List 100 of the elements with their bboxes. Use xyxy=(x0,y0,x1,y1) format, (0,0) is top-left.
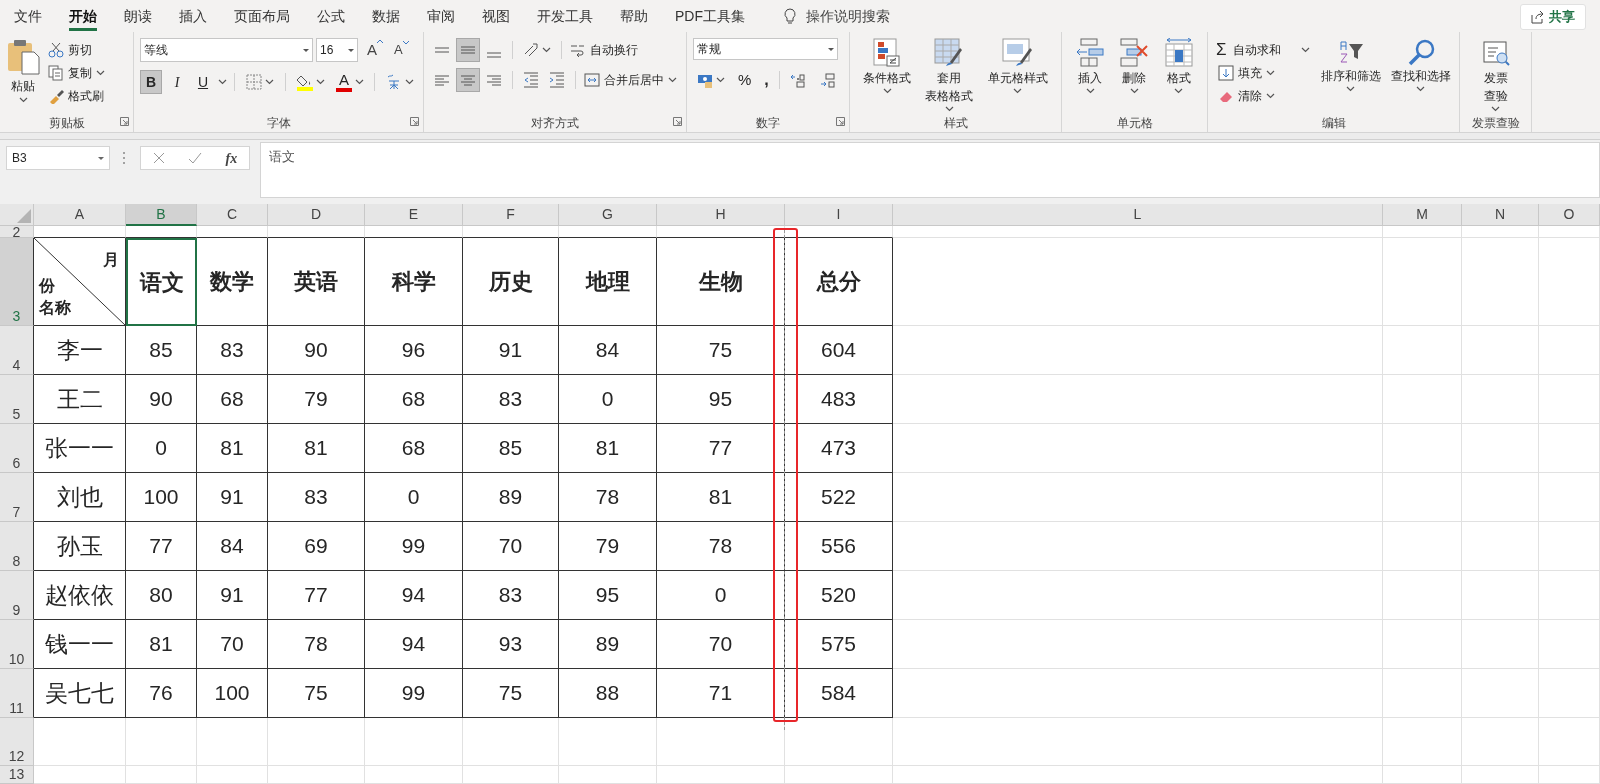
search-hint[interactable]: 操作说明搜索 xyxy=(806,5,890,27)
font-name-dropdown[interactable]: 等线 xyxy=(140,38,313,62)
row-header[interactable]: 2 xyxy=(0,226,34,238)
row-header[interactable]: 7 xyxy=(0,473,34,522)
font-color-button[interactable]: A xyxy=(333,70,367,94)
conditional-formatting-button[interactable]: 条件格式 xyxy=(858,38,917,94)
currency-icon xyxy=(697,72,713,88)
formula-input[interactable]: 语文 xyxy=(260,142,1600,198)
menu-tab[interactable]: 帮助 xyxy=(620,5,648,27)
cancel-button[interactable] xyxy=(152,152,165,164)
menu-tab[interactable]: 审阅 xyxy=(427,5,455,27)
merge-center-button[interactable]: 合并后居中 xyxy=(582,68,679,92)
copy-button[interactable]: 复制 xyxy=(46,61,107,84)
row-header[interactable]: 6 xyxy=(0,424,34,473)
cell-styles-button[interactable]: 单元格样式 xyxy=(982,38,1053,94)
format-cells-button[interactable]: 格式 xyxy=(1158,38,1199,94)
group-label: 数字 xyxy=(756,115,780,132)
menu-tab[interactable]: 页面布局 xyxy=(234,5,290,27)
menu-tab[interactable]: 公式 xyxy=(317,5,345,27)
group-label: 字体 xyxy=(266,115,291,132)
column-header[interactable]: M xyxy=(1383,204,1462,226)
sort-filter-button[interactable]: 排序和筛选 xyxy=(1315,38,1386,92)
column-header[interactable]: A xyxy=(34,204,126,226)
dropdown-arrow-icon xyxy=(828,47,834,51)
clear-button[interactable]: 清除 xyxy=(1216,84,1310,107)
comma-style-button[interactable]: , xyxy=(760,68,773,92)
menu-tab[interactable]: 朗读 xyxy=(124,5,152,27)
column-header[interactable]: C xyxy=(197,204,268,226)
row-header[interactable]: 12 xyxy=(0,718,34,766)
score-cell: 70 xyxy=(463,522,559,571)
autosum-button[interactable]: Σ 自动求和 xyxy=(1216,38,1310,61)
percent-style-button[interactable]: % xyxy=(735,68,755,92)
row-header[interactable]: 5 xyxy=(0,375,34,424)
share-button[interactable]: 共享 xyxy=(1520,4,1586,30)
chevron-icon xyxy=(716,77,725,83)
corner-label: 名称 xyxy=(39,298,71,318)
row-header[interactable]: 8 xyxy=(0,522,34,571)
menu-tab[interactable]: 插入 xyxy=(179,5,207,27)
column-header[interactable]: O xyxy=(1539,204,1600,226)
row-header[interactable]: 11 xyxy=(0,669,34,718)
column-header[interactable]: G xyxy=(559,204,657,226)
grow-font-button[interactable]: A xyxy=(367,38,383,62)
column-header[interactable]: H xyxy=(657,204,785,226)
name-cell: 张一一 xyxy=(34,424,126,473)
score-cell: 0 xyxy=(559,375,657,424)
font-size-dropdown[interactable]: 16 xyxy=(316,38,358,62)
total-cell: 522 xyxy=(785,473,893,522)
score-cell: 90 xyxy=(268,326,365,375)
score-cell: 78 xyxy=(559,473,657,522)
format-as-table-button[interactable]: 套用 表格格式 xyxy=(920,38,979,112)
format-painter-button[interactable]: 格式刷 xyxy=(46,84,107,107)
row-header[interactable]: 10 xyxy=(0,620,34,669)
delete-cells-button[interactable]: 删除 xyxy=(1114,38,1155,94)
score-cell: 78 xyxy=(268,620,365,669)
score-cell: 76 xyxy=(126,669,197,718)
up-caret-icon xyxy=(377,38,383,44)
column-header[interactable]: E xyxy=(365,204,463,226)
wrap-text-button[interactable]: 自动换行 xyxy=(568,38,640,62)
row-header[interactable]: 3 xyxy=(0,238,34,326)
group-label: 对齐方式 xyxy=(531,115,579,132)
menu-tab[interactable]: 开始 xyxy=(69,1,97,31)
underline-button[interactable]: U xyxy=(192,70,214,94)
row-header[interactable]: 9 xyxy=(0,571,34,620)
row-header[interactable]: 13 xyxy=(0,766,34,784)
enter-button[interactable] xyxy=(188,152,203,164)
menu-tab[interactable]: PDF工具集 xyxy=(675,5,745,27)
insert-function-button[interactable]: fx xyxy=(225,147,238,169)
row-header[interactable]: 4 xyxy=(0,326,34,375)
column-header[interactable]: N xyxy=(1462,204,1539,226)
color-bar-icon xyxy=(336,88,352,92)
insert-cells-button[interactable]: 插入 xyxy=(1070,38,1111,94)
column-header[interactable]: F xyxy=(463,204,559,226)
name-box[interactable]: B3 xyxy=(6,146,110,170)
paste-button[interactable]: 粘贴 xyxy=(6,38,40,103)
brush-icon xyxy=(48,87,64,104)
align-middle-button[interactable] xyxy=(456,38,480,62)
cut-button[interactable]: 剪切 xyxy=(46,38,107,61)
menu-tab[interactable]: 视图 xyxy=(482,5,510,27)
number-format-dropdown[interactable]: 常规 xyxy=(693,38,838,60)
score-cell: 77 xyxy=(268,571,365,620)
score-cell: 95 xyxy=(657,375,785,424)
insert-cells-icon xyxy=(1075,38,1106,68)
italic-button[interactable]: I xyxy=(166,70,188,94)
menu-tab[interactable]: 文件 xyxy=(14,5,42,27)
find-select-button[interactable]: 查找和选择 xyxy=(1385,38,1456,92)
menu-tab[interactable]: 数据 xyxy=(372,5,400,27)
bold-button[interactable]: B xyxy=(140,70,162,94)
score-cell: 84 xyxy=(559,326,657,375)
total-cell: 520 xyxy=(785,571,893,620)
column-header[interactable]: B xyxy=(126,204,197,226)
shrink-font-button[interactable]: A xyxy=(394,40,409,60)
fill-button[interactable]: 填充 xyxy=(1216,61,1310,84)
align-center-button[interactable] xyxy=(456,68,480,92)
menu-tab[interactable]: 开发工具 xyxy=(537,5,593,27)
score-cell: 93 xyxy=(463,620,559,669)
column-header[interactable]: L xyxy=(893,204,1383,226)
column-header[interactable]: I xyxy=(785,204,893,226)
column-header[interactable]: D xyxy=(268,204,365,226)
invoice-verify-button[interactable]: 发票 查验 xyxy=(1476,40,1515,112)
align-top-icon xyxy=(434,47,450,53)
